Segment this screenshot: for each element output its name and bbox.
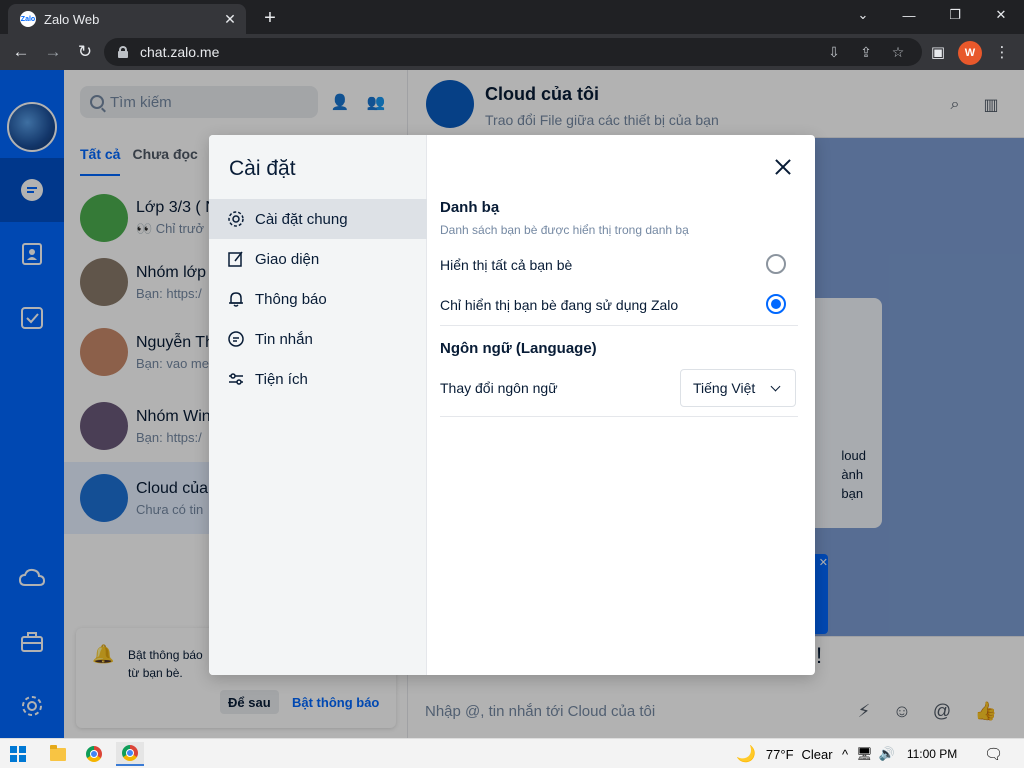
address-bar[interactable]: chat.zalo.me ⇩ ⇪ ☆	[104, 38, 922, 66]
edit-icon	[227, 250, 245, 268]
chevron-down-icon	[770, 381, 781, 392]
lock-icon	[118, 46, 128, 58]
settings-tab-general[interactable]: Cài đặt chung	[209, 199, 427, 239]
install-app-icon[interactable]: ⇩	[824, 42, 844, 62]
settings-title: Cài đặt	[229, 157, 296, 180]
restore-icon[interactable]: ❐	[932, 0, 978, 30]
weather-widget[interactable]: 🌙 77°F Clear	[736, 739, 833, 768]
weather-temp: 77°F	[765, 746, 794, 762]
section-divider	[440, 416, 798, 417]
volume-icon[interactable]: 🔊	[879, 746, 895, 762]
section-divider	[440, 325, 798, 326]
weather-text: Clear	[801, 746, 833, 762]
window-close-icon[interactable]: ✕	[978, 0, 1024, 30]
contacts-section-description: Danh sách bạn bè được hiển thị trong dan…	[440, 223, 689, 237]
windows-start-icon[interactable]	[10, 746, 26, 762]
option-zalo-only-label: Chỉ hiển thị bạn bè đang sử dụng Zalo	[440, 297, 679, 313]
option-show-all-radio[interactable]	[766, 254, 786, 274]
settings-tab-appearance[interactable]: Giao diện	[209, 239, 427, 279]
option-zalo-only-radio[interactable]	[766, 294, 786, 314]
language-value: Tiếng Việt	[693, 380, 756, 396]
browser-titlebar: Zalo Zalo Web ✕ + ⌄ — ❐ ✕	[0, 0, 1024, 34]
url-text: chat.zalo.me	[140, 44, 220, 60]
browser-toolbar: ← → ↻ chat.zalo.me ⇩ ⇪ ☆ ▣ W ⋮	[0, 34, 1024, 70]
settings-tab-label: Thông báo	[255, 290, 327, 308]
bell-icon	[227, 290, 245, 308]
chrome-taskbar-icon[interactable]	[80, 742, 108, 766]
settings-tab-label: Giao diện	[255, 250, 320, 268]
notification-center-icon[interactable]: 🗨	[984, 739, 1003, 768]
settings-tab-utilities[interactable]: Tiện ích	[209, 359, 427, 399]
system-tray: ^ 🖥 🔊 11:00 PM	[842, 739, 957, 768]
option-show-all-label: Hiển thị tất cả bạn bè	[440, 257, 573, 273]
settings-tab-label: Tin nhắn	[255, 330, 313, 348]
settings-modal: Cài đặt Cài đặt chung Giao diện Thông bá…	[209, 135, 815, 675]
close-tab-icon[interactable]: ✕	[222, 11, 238, 27]
zalo-favicon-icon: Zalo	[20, 11, 36, 27]
settings-sidebar: Cài đặt Cài đặt chung Giao diện Thông bá…	[209, 135, 427, 675]
new-tab-icon[interactable]: +	[258, 6, 282, 30]
tab-title: Zalo Web	[44, 11, 100, 27]
forward-icon[interactable]: →	[40, 39, 66, 65]
language-section-title: Ngôn ngữ (Language)	[440, 340, 597, 357]
browser-tab[interactable]: Zalo Zalo Web ✕	[8, 4, 246, 34]
file-explorer-icon[interactable]	[44, 742, 72, 766]
settings-content: Danh bạ Danh sách bạn bè được hiển thị t…	[428, 135, 815, 675]
contacts-section-title: Danh bạ	[440, 199, 500, 216]
sliders-icon	[227, 370, 245, 388]
share-icon[interactable]: ⇪	[856, 42, 876, 62]
network-icon[interactable]: 🖥	[856, 746, 873, 762]
tab-search-icon[interactable]: ⌄	[840, 0, 886, 30]
message-icon	[227, 330, 245, 348]
language-select[interactable]: Tiếng Việt	[680, 369, 796, 407]
side-panel-icon[interactable]: ▣	[926, 40, 950, 64]
settings-tab-label: Cài đặt chung	[255, 210, 348, 228]
back-icon[interactable]: ←	[8, 39, 34, 65]
windows-taskbar: 🌙 77°F Clear ^ 🖥 🔊 11:00 PM 🗨	[0, 738, 1024, 768]
clock-time[interactable]: 11:00 PM	[907, 747, 957, 761]
gear-icon	[227, 210, 245, 228]
bookmark-star-icon[interactable]: ☆	[888, 42, 908, 62]
moon-icon: 🌙	[736, 746, 756, 763]
more-menu-icon[interactable]: ⋮	[990, 40, 1014, 64]
minimize-icon[interactable]: —	[886, 0, 932, 30]
settings-tab-notifications[interactable]: Thông báo	[209, 279, 427, 319]
settings-tab-messages[interactable]: Tin nhắn	[209, 319, 427, 359]
chrome-active-taskbar-icon[interactable]	[116, 742, 144, 766]
settings-tab-label: Tiện ích	[255, 370, 308, 388]
chevron-up-icon[interactable]: ^	[842, 747, 848, 762]
language-label: Thay đổi ngôn ngữ	[440, 380, 558, 396]
reload-icon[interactable]: ↻	[72, 39, 98, 65]
profile-avatar[interactable]: W	[958, 41, 982, 65]
